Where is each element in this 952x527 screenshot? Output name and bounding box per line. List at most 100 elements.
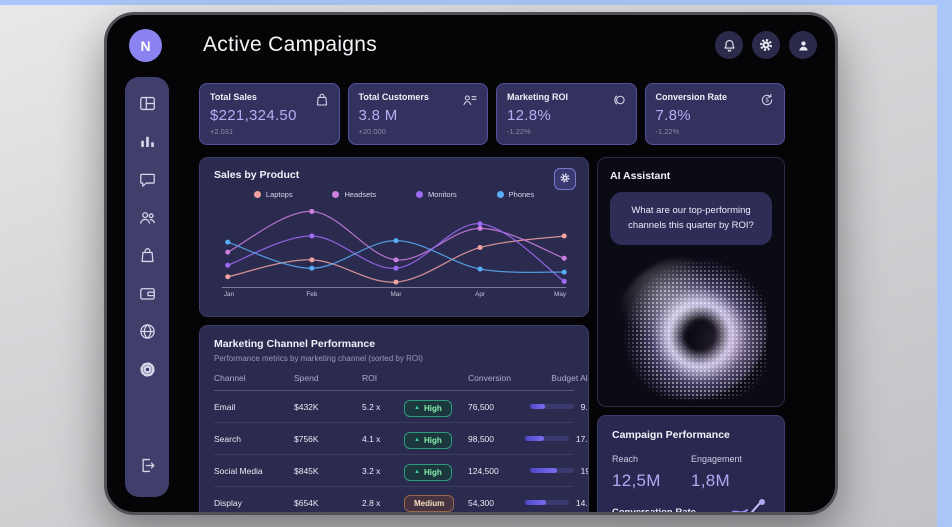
point-laptops[interactable] [478,245,483,250]
point-laptops[interactable] [562,234,567,239]
sidebar-item-wallet[interactable] [133,281,161,309]
stat-value: $221,324.50 [210,107,329,124]
table-subtitle: Performance metrics by marketing channel… [214,354,574,363]
stat-card-total-customers[interactable]: Total Customers3.8 M+20.000 [348,83,489,145]
allocation-bar-fill [530,404,545,409]
up-triangle-icon: ▲ [414,437,420,443]
messages-icon [138,170,157,192]
point-headsets[interactable] [393,257,398,262]
point-headsets[interactable] [478,226,483,231]
allocation-percent: 19.3% [581,466,589,476]
sidebar-item-analytics[interactable] [133,129,161,157]
cell-spend: $654K [294,498,362,508]
stat-delta: +2.031 [210,127,329,136]
currency-cycle-icon: $ [759,92,775,113]
stat-label: Conversion Rate [656,92,775,102]
wallet-icon [138,284,157,306]
allocation-bar [525,500,569,505]
legend-item-phones[interactable]: Phones [497,190,534,199]
metric-reach: Reach 12,5M [612,454,691,491]
sidebar [125,77,169,497]
point-phones[interactable] [393,238,398,243]
point-laptops[interactable] [225,274,230,279]
cell-channel: Email [214,402,294,412]
legend-item-monitors[interactable]: Monitors [416,190,457,199]
point-phones[interactable] [225,240,230,245]
stat-card-total-sales[interactable]: Total Sales$221,324.50+2.031 [199,83,340,145]
torus-highlight [615,257,767,399]
stat-label: Total Customers [359,92,478,102]
allocation-bar [530,468,574,473]
allocation-bar [530,404,574,409]
sidebar-item-messages[interactable] [133,167,161,195]
sidebar-item-logout[interactable] [133,453,161,481]
allocation-bar-fill [525,436,544,441]
stat-card-marketing-roi[interactable]: Marketing ROI12.8%-1.22% [496,83,637,145]
ai-title: AI Assistant [610,170,772,182]
table-title: Marketing Channel Performance [214,338,574,350]
legend-item-laptops[interactable]: Laptops [254,190,293,199]
avatar[interactable]: N [129,29,162,62]
legend-dot [416,191,423,198]
disc-icon [611,92,627,113]
stat-delta: -1.22% [507,127,626,136]
allocation-bar-fill [525,500,546,505]
allocation-percent: 17.2% [576,434,589,444]
point-headsets[interactable] [225,250,230,255]
col-budget-allocation[interactable]: Budget Allocation [511,373,589,383]
point-monitors[interactable] [309,234,314,239]
point-monitors[interactable] [562,279,567,284]
legend-label: Phones [509,190,534,199]
sidebar-item-globe[interactable] [133,319,161,347]
stat-delta: -1.22% [656,127,775,136]
col-roi[interactable]: ROI [362,373,404,383]
right-blue-strip [937,0,952,527]
point-headsets[interactable] [562,256,567,261]
point-phones[interactable] [562,270,567,275]
profile-button[interactable] [789,31,817,59]
stat-value: 12.8% [507,107,626,124]
cell-conversion: 124,500 [468,466,499,476]
x-tick-mar: Mar [390,291,401,298]
x-tick-jan: Jan [224,291,235,298]
point-phones[interactable] [478,267,483,272]
cell-channel: Social Media [214,466,294,476]
campaign-performance-card: Campaign Performance Reach 12,5M Engagem… [597,415,785,515]
cell-roi: 3.2 x [362,466,404,476]
sidebar-item-orders[interactable] [133,243,161,271]
col-spend[interactable]: Spend [294,373,362,383]
point-monitors[interactable] [393,266,398,271]
legend-item-headsets[interactable]: Headsets [332,190,376,199]
table-row-display[interactable]: Display$654K2.8 xMedium54,30014.9% [214,487,574,515]
sidebar-item-dashboard[interactable] [133,91,161,119]
sidebar-item-settings[interactable] [133,357,161,385]
table-row-search[interactable]: Search$756K4.1 x▲High98,50017.2% [214,423,574,455]
col-channel[interactable]: Channel [214,373,294,383]
metric-label: Engagement [691,454,770,464]
notifications-button[interactable] [715,31,743,59]
chart-settings-button[interactable] [554,168,576,190]
legend-dot [254,191,261,198]
table-row-email[interactable]: Email$432K5.2 x▲High76,5009.8% [214,391,574,423]
col-conversion[interactable]: Conversion [468,373,511,383]
point-phones[interactable] [309,266,314,271]
settings-button[interactable] [752,31,780,59]
stat-delta: +20.000 [359,127,478,136]
point-monitors[interactable] [478,221,483,226]
table-row-social-media[interactable]: Social Media$845K3.2 x▲High124,50019.3% [214,455,574,487]
point-monitors[interactable] [225,263,230,268]
point-headsets[interactable] [309,209,314,214]
badge-label: High [424,468,442,477]
metric-value: 1,8M [691,471,770,491]
x-tick-may: May [554,291,567,298]
ai-question-bubble[interactable]: What are our top-performing channels thi… [610,192,772,245]
x-tick-feb: Feb [306,291,317,298]
point-laptops[interactable] [393,280,398,285]
stat-card-conversion-rate[interactable]: Conversion Rate$7.8%-1.22% [645,83,786,145]
badge-label: Medium [414,499,444,508]
person-icon [796,38,811,53]
sidebar-item-customers[interactable] [133,205,161,233]
point-laptops[interactable] [309,257,314,262]
sales-by-product-card: Sales by Product LaptopsHeadsetsMonitors… [199,157,589,317]
badge-label: High [424,404,442,413]
